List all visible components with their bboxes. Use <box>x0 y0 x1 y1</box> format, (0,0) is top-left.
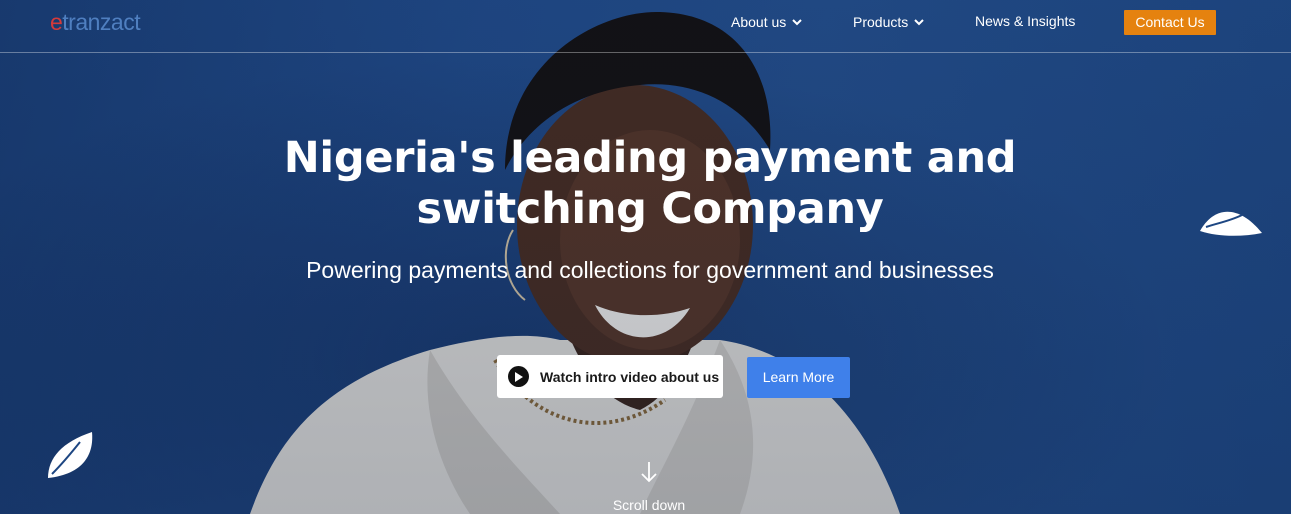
nav-products[interactable]: Products <box>853 13 924 30</box>
play-icon <box>508 366 529 387</box>
hero-subtitle: Powering payments and collections for go… <box>306 257 994 283</box>
chevron-down-icon <box>914 13 924 29</box>
scroll-down-label[interactable]: Scroll down <box>589 497 709 513</box>
arrow-down-icon[interactable] <box>639 461 659 483</box>
logo-e: e <box>50 9 63 35</box>
logo-text: tranzact <box>62 9 141 35</box>
nav-about-us-label: About us <box>731 14 787 30</box>
hero-title-line1: Nigeria's leading payment and <box>283 133 1017 183</box>
learn-more-button[interactable]: Learn More <box>747 357 850 398</box>
leaf-icon <box>44 430 96 482</box>
watch-intro-video-label: Watch intro video about us <box>540 368 720 385</box>
top-navbar: etranzact About us Products News & Insig… <box>0 0 1291 53</box>
hero-title: Nigeria's leading payment and switching … <box>200 133 1100 235</box>
chevron-down-icon <box>792 13 802 29</box>
hero-title-line2: switching Company <box>416 184 884 234</box>
nav-news-insights-label: News & Insights <box>975 13 1076 29</box>
nav-about-us[interactable]: About us <box>731 13 802 30</box>
leaf-icon <box>1198 203 1264 239</box>
contact-us-button[interactable]: Contact Us <box>1124 10 1216 35</box>
etranzact-logo[interactable]: etranzact <box>50 9 141 36</box>
nav-products-label: Products <box>853 14 909 30</box>
nav-news-insights[interactable]: News & Insights <box>975 13 1075 29</box>
watch-intro-video-button[interactable]: Watch intro video about us <box>497 355 723 398</box>
